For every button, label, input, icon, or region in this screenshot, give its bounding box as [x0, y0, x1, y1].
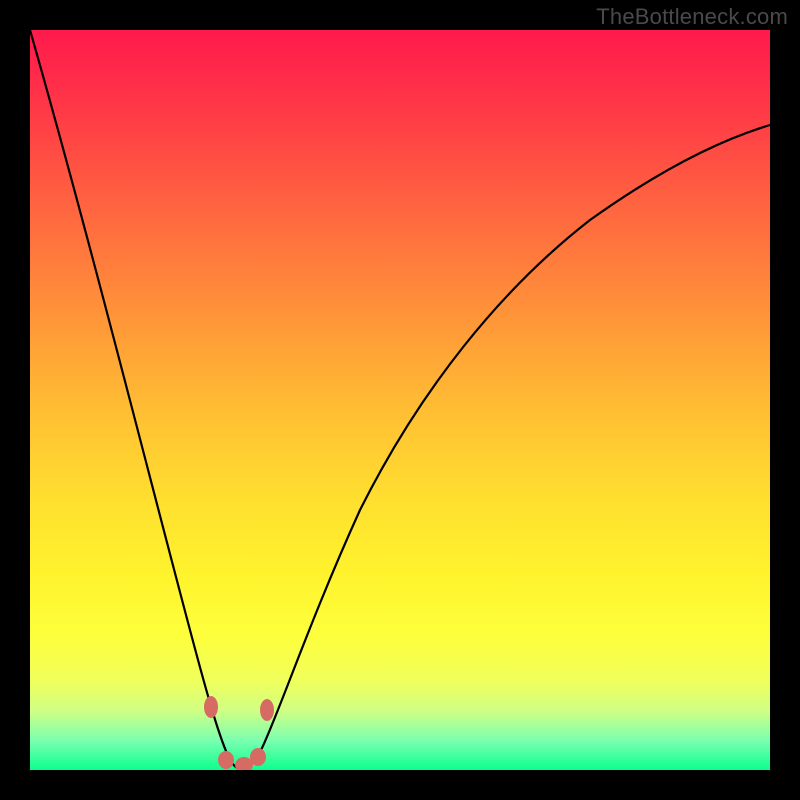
marker-dot: [260, 699, 274, 721]
curve-right-branch: [240, 125, 770, 770]
highlight-dots: [204, 696, 274, 770]
bottleneck-curve: [30, 30, 770, 770]
gradient-plot-area: [30, 30, 770, 770]
chart-frame: TheBottleneck.com: [0, 0, 800, 800]
curve-left-branch: [30, 30, 240, 770]
marker-dot: [250, 748, 266, 766]
marker-dot: [204, 696, 218, 718]
marker-dot: [218, 751, 234, 769]
attribution-label: TheBottleneck.com: [596, 4, 788, 30]
